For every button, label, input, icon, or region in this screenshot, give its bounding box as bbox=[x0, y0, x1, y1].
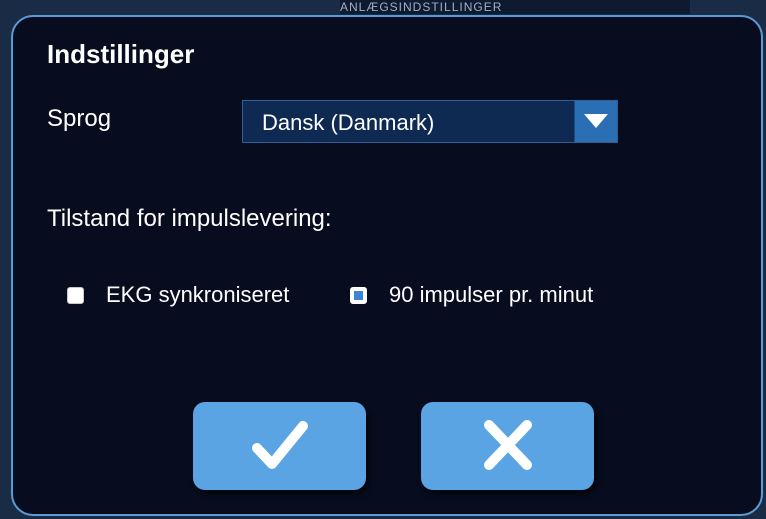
option-ecg-synchronized[interactable]: EKG synkroniseret bbox=[67, 280, 289, 310]
background-header-text: ANLÆGSINDSTILLINGER bbox=[340, 0, 690, 14]
language-label: Sprog bbox=[47, 105, 112, 132]
ecg-synchronized-checkbox[interactable] bbox=[67, 286, 84, 304]
language-select[interactable]: Dansk (Danmark) bbox=[242, 100, 618, 143]
option-label: EKG synkroniseret bbox=[106, 282, 290, 307]
cancel-button[interactable] bbox=[421, 402, 594, 490]
close-icon bbox=[484, 420, 532, 470]
delivery-mode-label: Tilstand for impulslevering: bbox=[47, 205, 332, 232]
language-select-value: Dansk (Danmark) bbox=[262, 110, 435, 135]
option-90-pulses-per-minute[interactable]: 90 impulser pr. minut bbox=[350, 280, 593, 310]
90-pulses-checkbox[interactable] bbox=[350, 286, 367, 304]
option-label: 90 impulser pr. minut bbox=[389, 282, 594, 307]
checkmark-icon bbox=[252, 421, 308, 469]
chevron-down-icon bbox=[584, 114, 608, 128]
settings-dialog: Indstillinger Sprog Dansk (Danmark) Tils… bbox=[11, 15, 763, 516]
dropdown-arrow-button[interactable] bbox=[574, 101, 617, 142]
confirm-button[interactable] bbox=[193, 402, 366, 490]
dialog-title: Indstillinger bbox=[47, 39, 195, 69]
